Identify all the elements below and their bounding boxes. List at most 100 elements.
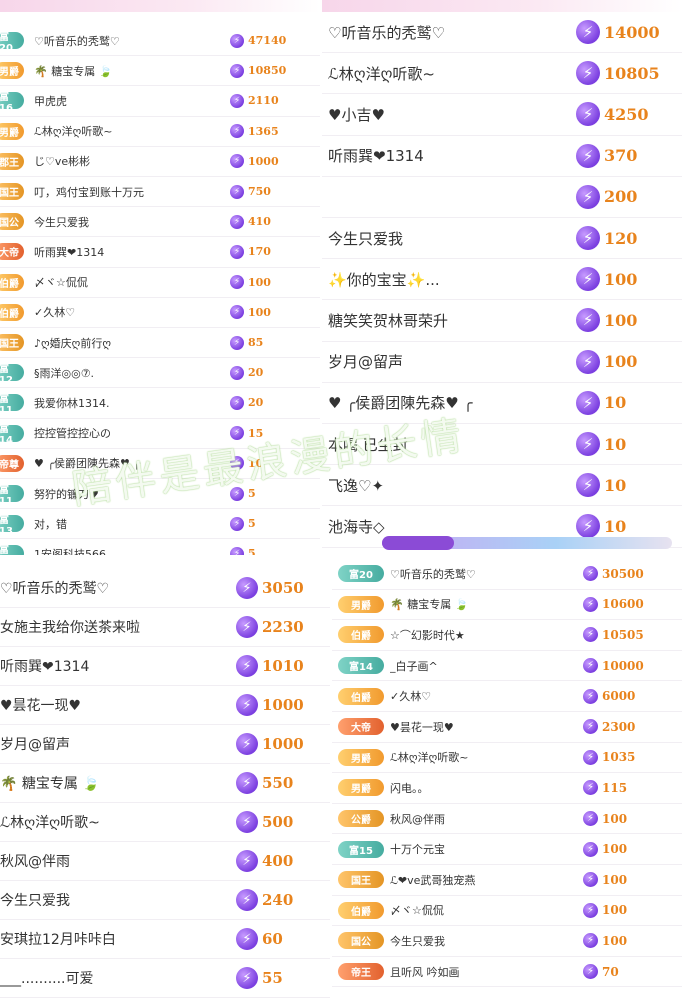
lightning-coin-icon: ⚡ bbox=[230, 124, 244, 139]
ranking-row[interactable]: ♥昙花一现♥ ⚡ 1000 bbox=[0, 686, 330, 725]
ranking-row[interactable]: 今生只爱我 ⚡ 240 bbox=[0, 881, 330, 920]
contribution-value: 10 bbox=[604, 393, 627, 413]
ranking-row[interactable]: 男爵 ℒ林ღ洋ღ听歌~ ⚡ 1365 bbox=[0, 117, 320, 147]
user-name: ℒ林ღ洋ღ听歌~ bbox=[0, 815, 100, 831]
user-name: 〆ヾ☆侃侃 bbox=[390, 904, 444, 918]
user-name: ℒ林ღ洋ღ听歌~ bbox=[390, 751, 469, 765]
ranking-row[interactable]: 富20 ♡听音乐的秃鹫♡ ⚡ 30500 bbox=[332, 559, 682, 590]
user-name: 今生只爱我 bbox=[34, 215, 89, 229]
user-name: 飞逸♡✦ bbox=[328, 476, 385, 495]
ranking-row[interactable]: 富16 甲虎虎 ⚡ 2110 bbox=[0, 86, 320, 117]
ranking-row[interactable]: 男爵 🌴 糖宝专属 🍃 ⚡ 10850 bbox=[0, 56, 320, 87]
user-name: 岁月@留声 bbox=[328, 353, 404, 372]
user-name: 对，错 bbox=[34, 517, 67, 531]
lightning-coin-icon: ⚡ bbox=[576, 102, 600, 127]
ranking-row[interactable]: 岁月@留声 ⚡ 1000 bbox=[0, 725, 330, 764]
user-name: _白子画^ bbox=[390, 659, 438, 673]
rank-badge: 帝尊 bbox=[0, 454, 24, 472]
contribution-value: 1000 bbox=[262, 696, 304, 714]
ranking-row[interactable]: 糖笑笑贺林哥荣升 ⚡ 100 bbox=[322, 300, 682, 342]
ranking-row[interactable]: 伯爵 ✓久林♡ ⚡ 6000 bbox=[332, 681, 682, 712]
ranking-row[interactable]: 听雨巽❤1314 ⚡ 370 bbox=[322, 136, 682, 177]
ranking-row[interactable]: 今生只爱我 ⚡ 120 bbox=[322, 218, 682, 260]
rank-badge: 富14 bbox=[338, 657, 384, 675]
lightning-coin-icon: ⚡ bbox=[230, 395, 244, 410]
ranking-row[interactable]: ___..........可爱 ⚡ 55 bbox=[0, 959, 330, 998]
contribution-value: 30500 bbox=[602, 566, 644, 581]
ranking-row[interactable]: 国王 ♪ღ婚庆ღ前行ღ ⚡ 85 bbox=[0, 328, 320, 359]
ranking-row[interactable]: 国公 今生只爱我 ⚡ 100 bbox=[332, 926, 682, 957]
ranking-row[interactable]: 伯爵 ✓久林♡ ⚡ 100 bbox=[0, 298, 320, 328]
ranking-row[interactable]: 富20 ♡听音乐的秃鹫♡ ⚡ 47140 bbox=[0, 26, 320, 57]
contribution-value: 1010 bbox=[262, 657, 304, 675]
top-strip bbox=[0, 0, 320, 12]
ranking-row[interactable]: 🌴 糖宝专属 🍃 ⚡ 550 bbox=[0, 764, 330, 803]
lightning-coin-icon: ⚡ bbox=[230, 154, 244, 169]
ranking-row[interactable]: ✨你的宝宝✨... ⚡ 100 bbox=[322, 259, 682, 301]
user-name: 听雨巽❤1314 bbox=[0, 659, 90, 675]
lightning-coin-icon: ⚡ bbox=[576, 432, 600, 457]
ranking-row[interactable]: ⚡ 200 bbox=[322, 177, 682, 218]
rank-badge: 富20 bbox=[0, 32, 24, 54]
ranking-row[interactable]: ♡听音乐的秃鹫♡ ⚡ 3050 bbox=[0, 569, 330, 608]
ranking-row[interactable]: 帝王 且听风 吟如画 ⚡ 70 bbox=[332, 957, 682, 988]
ranking-row[interactable]: 国公 今生只爱我 ⚡ 410 bbox=[0, 207, 320, 238]
lightning-coin-icon: ⚡ bbox=[236, 616, 258, 638]
lightning-coin-icon: ⚡ bbox=[236, 850, 258, 872]
ranking-row[interactable]: 伯爵 ☆⌒幻影时代★ ⚡ 10505 bbox=[332, 620, 682, 651]
ranking-row[interactable]: 安琪拉12月咔咔白 ⚡ 60 bbox=[0, 920, 330, 959]
contribution-value: 14000 bbox=[604, 22, 660, 42]
contribution-value: 170 bbox=[248, 245, 271, 259]
ranking-row[interactable]: 男爵 ℒ林ღ洋ღ听歌~ ⚡ 1035 bbox=[332, 743, 682, 774]
rank-badge: 伯爵 bbox=[338, 626, 384, 644]
ranking-row[interactable]: 国王 ℒ❤ve武哥独宠燕 ⚡ 100 bbox=[332, 865, 682, 896]
contribution-value: 5 bbox=[248, 547, 256, 555]
contribution-value: 100 bbox=[602, 903, 628, 918]
ranking-row[interactable]: ♥小吉♥ ⚡ 4250 bbox=[322, 94, 682, 136]
contribution-value: 10805 bbox=[604, 63, 660, 83]
contribution-value: 10 bbox=[604, 475, 627, 495]
user-name: 🌴 糖宝专属 🍃 bbox=[0, 776, 100, 792]
contribution-value: 60 bbox=[262, 930, 283, 948]
rank-badge: 富11 bbox=[0, 545, 24, 555]
ranking-row[interactable]: 听雨巽❤1314 ⚡ 1010 bbox=[0, 647, 330, 686]
lightning-coin-icon: ⚡ bbox=[576, 267, 600, 292]
contribution-value: 100 bbox=[602, 811, 628, 826]
ranking-row[interactable]: 富14 _白子画^ ⚡ 10000 bbox=[332, 651, 682, 682]
ranking-row[interactable]: 大帝 听雨巽❤1314 ⚡ 170 bbox=[0, 237, 320, 268]
ranking-row[interactable]: 女施主我给你送茶来啦 ⚡ 2230 bbox=[0, 608, 330, 647]
ranking-row[interactable]: 秋风@伴雨 ⚡ 400 bbox=[0, 842, 330, 881]
lightning-coin-icon: ⚡ bbox=[576, 61, 600, 86]
lightning-coin-icon: ⚡ bbox=[576, 349, 600, 374]
ranking-row[interactable]: 富15 十万个元宝 ⚡ 100 bbox=[332, 834, 682, 865]
contribution-value: 10850 bbox=[248, 64, 287, 78]
ranking-row[interactable]: 岁月@留声 ⚡ 100 bbox=[322, 342, 682, 383]
ranking-row[interactable]: 伯爵 〆ヾ☆侃侃 ⚡ 100 bbox=[332, 896, 682, 927]
contribution-value: 3050 bbox=[262, 579, 304, 597]
ranking-row[interactable]: 郡王 じ♡ve彬彬 ⚡ 1000 bbox=[0, 147, 320, 177]
ranking-row[interactable]: ♡听音乐的秃鹫♡ ⚡ 14000 bbox=[322, 12, 682, 54]
ranking-row[interactable]: 富12 §雨洋◎◎⑦. ⚡ 20 bbox=[0, 358, 320, 389]
ranking-row[interactable]: 公爵 秋风@伴雨 ⚡ 100 bbox=[332, 804, 682, 835]
ranking-row[interactable]: 大帝 ♥昙花一现♥ ⚡ 2300 bbox=[332, 712, 682, 743]
rank-badge: 伯爵 bbox=[0, 273, 24, 291]
lightning-coin-icon: ⚡ bbox=[576, 473, 600, 498]
rank-badge: 富11 bbox=[0, 485, 24, 507]
scroll-thumb[interactable] bbox=[382, 536, 454, 550]
ranking-row[interactable]: 富11 1安阁科技566 ⚡ 5 bbox=[0, 539, 320, 555]
ranking-row[interactable]: ℒ林ღ洋ღ听歌~ ⚡ 10805 bbox=[322, 53, 682, 95]
contribution-value: 500 bbox=[262, 813, 294, 831]
ranking-row[interactable]: 男爵 🌴 糖宝专属 🍃 ⚡ 10600 bbox=[332, 590, 682, 621]
ranking-row[interactable]: 伯爵 〆ヾ☆侃侃 ⚡ 100 bbox=[0, 268, 320, 298]
contribution-value: 100 bbox=[604, 352, 638, 372]
contribution-value: 750 bbox=[248, 185, 271, 199]
ranking-row[interactable]: 富11 我爱你林1314. ⚡ 20 bbox=[0, 388, 320, 419]
ranking-row[interactable]: 国王 叮，鸡付宝到账十万元 ⚡ 750 bbox=[0, 177, 320, 208]
lightning-coin-icon: ⚡ bbox=[576, 143, 600, 168]
user-name: ♡听音乐的秃鹫♡ bbox=[328, 23, 445, 42]
ranking-row[interactable]: 男爵 闪电。。 ⚡ 115 bbox=[332, 773, 682, 804]
ranking-row[interactable]: 富13 对，错 ⚡ 5 bbox=[0, 509, 320, 540]
ranking-row[interactable]: ℒ林ღ洋ღ听歌~ ⚡ 500 bbox=[0, 803, 330, 842]
rank-badge: 公爵 bbox=[338, 810, 384, 828]
contribution-value: 1000 bbox=[262, 735, 304, 753]
